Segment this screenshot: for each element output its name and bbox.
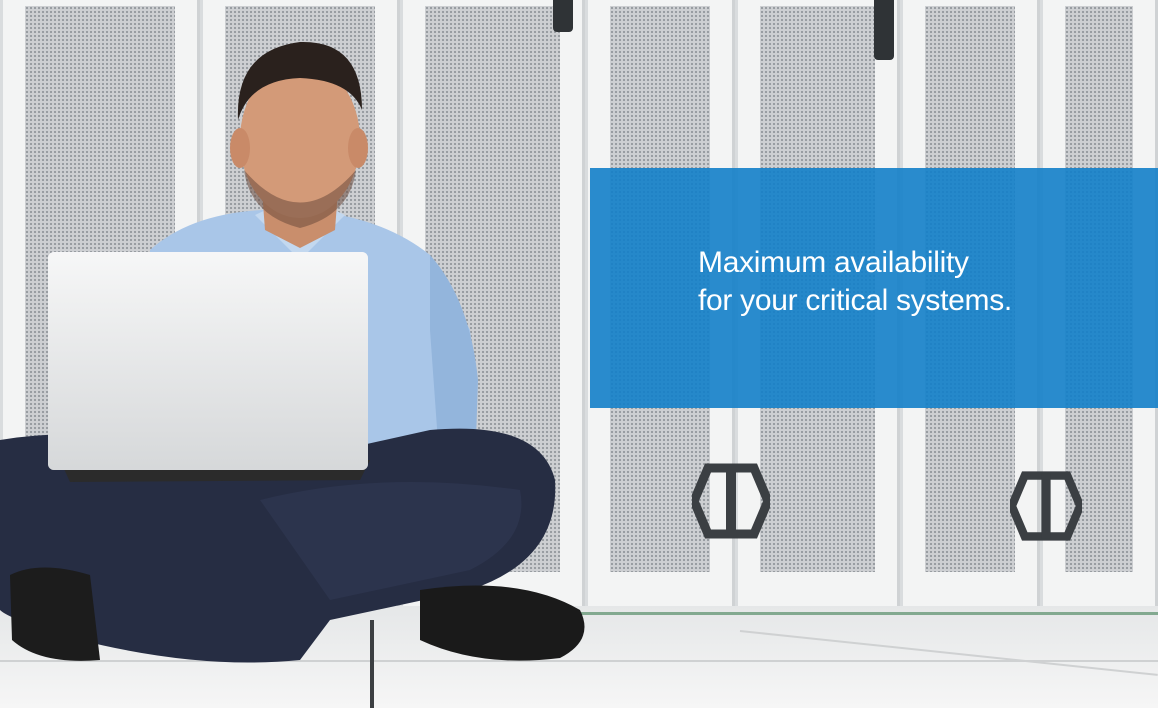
door-handle-icon bbox=[1010, 471, 1082, 541]
headline: Maximum availability for your critical s… bbox=[698, 244, 1012, 320]
headline-line-2: for your critical systems. bbox=[698, 284, 1012, 317]
person-with-laptop bbox=[0, 41, 585, 663]
headline-banner: Maximum availability for your critical s… bbox=[590, 168, 1158, 408]
door-handle-icon bbox=[692, 463, 770, 539]
hero-image: Maximum availability for your critical s… bbox=[0, 0, 1158, 708]
rack-latch-icon bbox=[874, 0, 894, 60]
headline-line-1: Maximum availability bbox=[698, 246, 969, 279]
cable bbox=[540, 612, 1158, 615]
